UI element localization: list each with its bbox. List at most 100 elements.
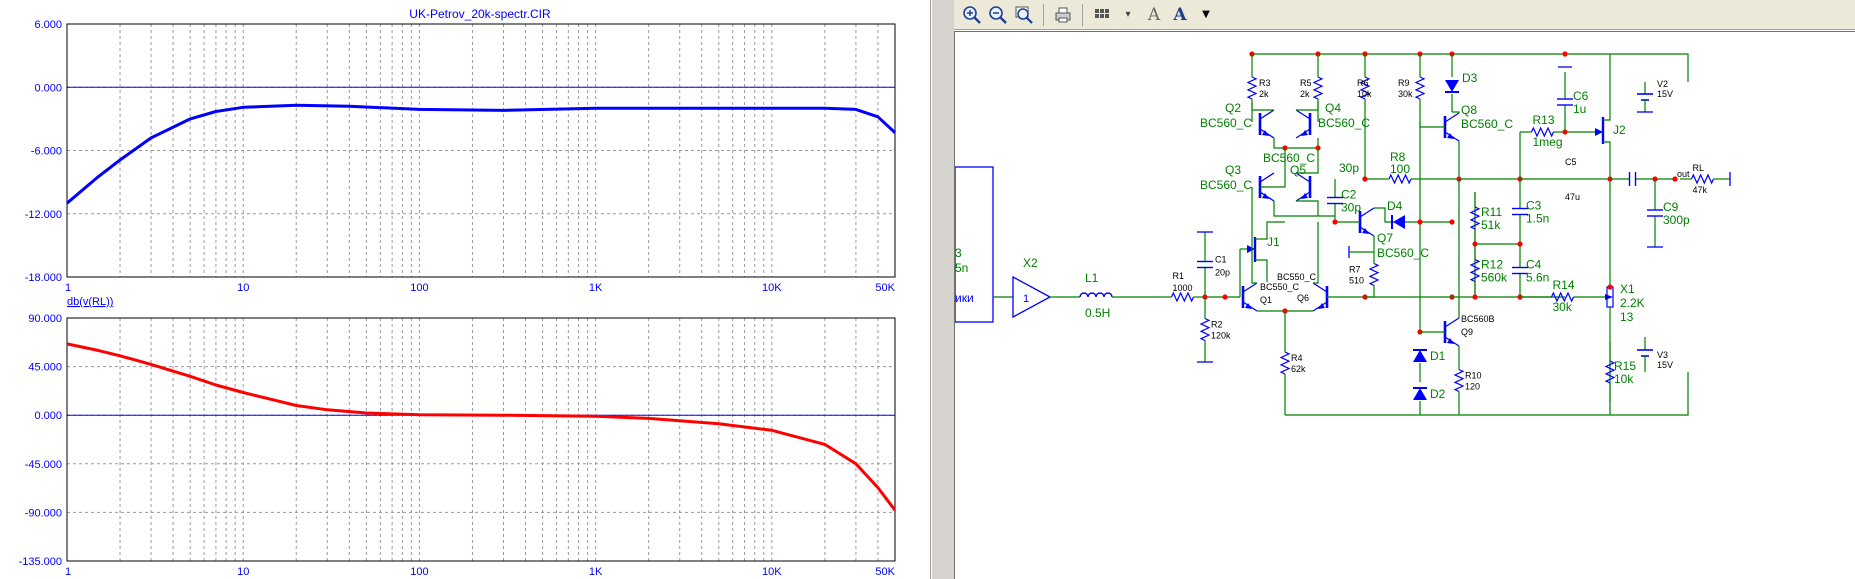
- wire: [1603, 54, 1611, 121]
- transistor-collector: [1359, 207, 1375, 218]
- junction-node: [1472, 294, 1478, 300]
- x-tick-label: 100: [410, 566, 428, 578]
- series-line: [66, 342, 897, 512]
- zoom-fit-button[interactable]: [1012, 3, 1036, 27]
- resistor-label: R6: [1357, 78, 1369, 88]
- junction-node: [1417, 219, 1423, 225]
- junction-node: [1332, 219, 1338, 225]
- capacitor-value: 1.5n: [1526, 212, 1549, 226]
- transistor-collector: [1295, 109, 1311, 120]
- resistor-label: R2: [1211, 320, 1223, 330]
- y-tick-label: -90.000: [25, 507, 62, 519]
- toolbar-separator: [1082, 3, 1083, 26]
- resistor-r10: [1453, 368, 1465, 393]
- diode-label: D4: [1387, 199, 1403, 213]
- x-tick-label: 1K: [589, 282, 603, 294]
- resistor-label: R14: [1553, 278, 1575, 292]
- resistor-label: R15: [1614, 359, 1636, 373]
- supply-value: 15V: [1657, 360, 1673, 370]
- diode-body: [1393, 215, 1405, 229]
- resistor-label: R1: [1173, 271, 1185, 281]
- wire: [1255, 259, 1268, 282]
- transistor-label: Q1: [1260, 295, 1272, 305]
- diode-label: D3: [1462, 71, 1478, 85]
- x-tick-label: 50K: [875, 282, 895, 294]
- schematic-canvas[interactable]: R3 2k R5 2k R6 10k R9 30k D3 Q2 BC560_C Q4 BC560_C Q3…: [954, 31, 1855, 579]
- wire: [1296, 102, 1319, 111]
- grid-dropdown-icon[interactable]: ▾: [1116, 3, 1140, 27]
- plot-frame: [66, 317, 896, 562]
- transistor-collector: [1242, 282, 1258, 293]
- transistor-model: BC560_C: [1200, 178, 1252, 192]
- junction-node: [1222, 294, 1228, 300]
- transistor-label: Q6: [1297, 293, 1309, 303]
- y-tick-label: -6.000: [31, 146, 62, 158]
- zoom-out-icon: [989, 5, 1007, 24]
- capacitor-value: 30p: [1339, 161, 1359, 175]
- toolbar-separator: [1043, 3, 1044, 26]
- transistor-model: BC560_C: [1377, 246, 1429, 260]
- transistor-label: Q7: [1377, 231, 1393, 245]
- print-button[interactable]: [1051, 3, 1075, 27]
- x-tick-label: 1: [65, 282, 71, 294]
- transistor-model: BC560B: [1461, 314, 1495, 324]
- x-tick-label: 50K: [875, 566, 895, 578]
- font-dropdown-icon[interactable]: ▼: [1194, 3, 1218, 27]
- transistor-model: BC550_C: [1277, 272, 1317, 282]
- supply-label: V2: [1657, 79, 1668, 89]
- x-tick-label: 100: [410, 282, 428, 294]
- partial-label: 3: [955, 246, 962, 260]
- supply-label: V3: [1657, 350, 1668, 360]
- transistor-label: Q5: [1290, 163, 1306, 177]
- resistor-value: 2k: [1300, 89, 1310, 99]
- wire: [1251, 102, 1274, 111]
- transistor-collector: [1259, 109, 1275, 120]
- schematic-toolbar: ▾ A A ▼: [954, 0, 1855, 30]
- font-icon: A: [1173, 4, 1187, 25]
- series-line: [66, 103, 897, 205]
- inductor-label: L1: [1085, 271, 1099, 285]
- x-tick-label: 10K: [762, 566, 782, 578]
- transistor-label: Q2: [1225, 101, 1241, 115]
- text-button[interactable]: A: [1142, 3, 1166, 27]
- resistor-value: 10k: [1357, 89, 1372, 99]
- buffer-label: X2: [1023, 256, 1038, 270]
- zoom-out-button[interactable]: [986, 3, 1010, 27]
- capacitor-value: 20p: [1215, 268, 1230, 278]
- resistor-value: 30k: [1553, 300, 1573, 314]
- capacitor-label: C6: [1573, 89, 1589, 103]
- transistor-label: Q3: [1225, 163, 1241, 177]
- y-tick-label: 45.000: [28, 362, 62, 374]
- plot-canvas: UK-Petrov_20k-spectr.CIR db(v(RL)) 6.000…: [19, 7, 897, 578]
- transistor-model: BC560_C: [1263, 151, 1315, 165]
- capacitor-value: 47u: [1565, 192, 1580, 202]
- resistor-r2: [1199, 317, 1211, 342]
- potentiometer-arrow: [1605, 294, 1613, 300]
- x-tick-label: 10: [237, 282, 249, 294]
- y-tick-label: 90.000: [28, 313, 62, 325]
- grid-button[interactable]: [1090, 3, 1114, 27]
- resistor-label: R12: [1481, 258, 1503, 272]
- resistor-r9: [1414, 76, 1426, 100]
- resistor-value: 62k: [1291, 364, 1306, 374]
- resistor-label: R4: [1291, 353, 1303, 363]
- capacitor-label: C4: [1526, 258, 1542, 272]
- resistor-value: 2k: [1259, 89, 1269, 99]
- resistor-value: 1000: [1173, 283, 1193, 293]
- resistor-label: RL: [1693, 163, 1705, 173]
- wire: [1273, 138, 1319, 149]
- transistor-label: Q9: [1461, 327, 1473, 337]
- resistor-value: 1meg: [1533, 135, 1563, 149]
- supply-value: 15V: [1657, 89, 1673, 99]
- resistor-label: R9: [1398, 78, 1410, 88]
- y-tick-label: 0.000: [34, 82, 62, 94]
- capacitor-label: C3: [1526, 199, 1542, 213]
- resistor-r1: [1170, 291, 1195, 303]
- font-button[interactable]: A: [1168, 3, 1192, 27]
- zoom-in-button[interactable]: [960, 3, 984, 27]
- resistor-rl: [1690, 173, 1715, 185]
- text-icon: A: [1147, 4, 1161, 25]
- resistor-r11: [1469, 206, 1481, 230]
- pane-splitter[interactable]: [931, 0, 955, 579]
- junction-node: [1362, 176, 1368, 182]
